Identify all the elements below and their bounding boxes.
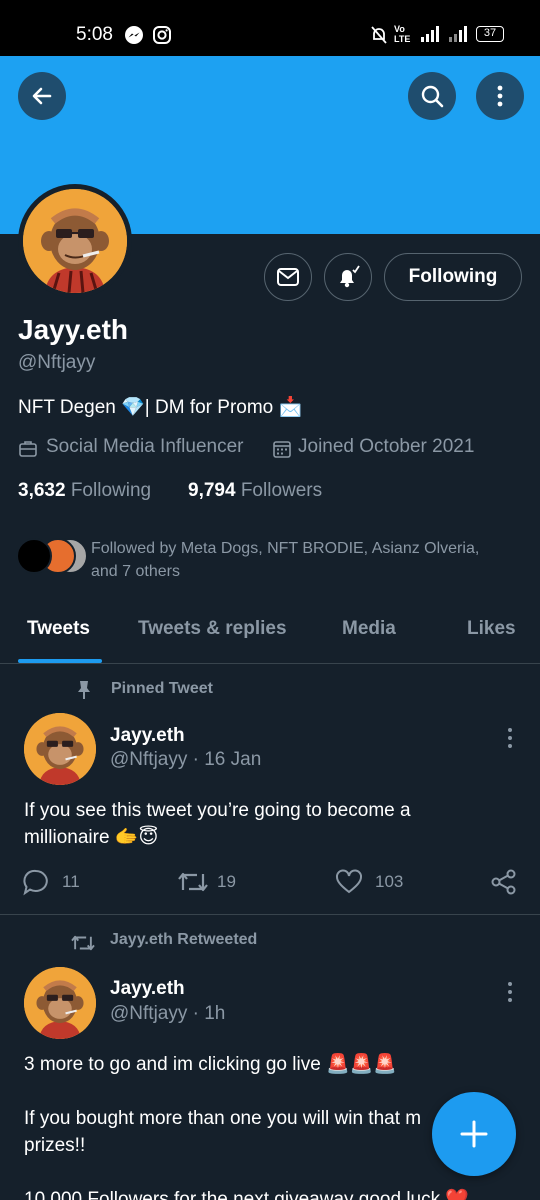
like-icon xyxy=(336,869,362,894)
following-label: Following xyxy=(70,480,152,501)
following-button[interactable]: Following xyxy=(384,253,522,301)
tweet-text-line: If you see this tweet you’re going to be… xyxy=(24,800,411,821)
compose-tweet-button[interactable] xyxy=(432,1092,516,1176)
message-button[interactable] xyxy=(264,253,312,301)
search-icon xyxy=(421,85,444,108)
followed-by-text[interactable]: Followed by Meta Dogs, NFT BRODIE, Asian… xyxy=(91,537,521,583)
retweet-icon xyxy=(71,935,95,951)
tweet-text: 3 more to go and im clicking go live 🚨🚨🚨… xyxy=(24,1051,494,1200)
tweet-author-avatar[interactable] xyxy=(24,967,96,1039)
retweet-icon xyxy=(178,872,208,892)
tweet-author-handle: @Nftjayy · 16 Jan xyxy=(110,749,262,770)
followers-count: 9,794 xyxy=(188,480,236,501)
search-button[interactable] xyxy=(408,72,456,120)
pin-icon xyxy=(78,681,90,699)
tweet-text: If you see this tweet you’re going to be… xyxy=(24,797,494,851)
like-count: 103 xyxy=(375,872,404,891)
tweet-text-line: prizes!! xyxy=(24,1135,86,1156)
bell-icon xyxy=(340,265,360,288)
more-vertical-icon xyxy=(497,85,503,107)
category-text: Social Media Influencer xyxy=(46,436,244,457)
tweet-author-avatar[interactable] xyxy=(24,713,96,785)
messenger-icon xyxy=(125,26,143,44)
mail-icon xyxy=(277,268,299,286)
profile-avatar[interactable] xyxy=(18,184,132,298)
followed-by-line: and 7 others xyxy=(91,563,180,580)
compose-plus-icon xyxy=(460,1120,488,1148)
joined-text: Joined October 2021 xyxy=(298,436,475,457)
pinned-tweet-label: Pinned Tweet xyxy=(111,680,213,697)
tab-tweets-replies[interactable]: Tweets & replies xyxy=(138,618,287,640)
share-icon xyxy=(491,869,516,895)
instagram-icon xyxy=(153,26,171,44)
following-count: 3,632 xyxy=(18,480,66,501)
followers-stat[interactable]: 9,794 Followers xyxy=(188,480,322,502)
followed-by-line: Followed by Meta Dogs, NFT BRODIE, Asian… xyxy=(91,540,480,557)
tweet-text-line: millionaire 🫱😇 xyxy=(24,827,159,848)
briefcase-icon xyxy=(19,441,37,457)
mute-bell-icon xyxy=(371,26,387,44)
followed-by-avatars[interactable] xyxy=(16,538,88,574)
follower-avatar xyxy=(16,538,52,574)
calendar-icon xyxy=(273,441,291,458)
status-bar: 5:08 Vo LTE 37 xyxy=(0,0,540,56)
status-time: 5:08 xyxy=(76,24,113,45)
tab-tweets[interactable]: Tweets xyxy=(27,618,90,640)
battery-indicator: 37 xyxy=(476,26,504,42)
tweet-author-name[interactable]: Jayy.eth xyxy=(110,978,185,1000)
profile-name: Jayy.eth xyxy=(18,314,128,345)
profile-handle: @Nftjayy xyxy=(18,352,96,373)
retweeted-label[interactable]: Jayy.eth Retweeted xyxy=(110,931,257,949)
retweet-count: 19 xyxy=(217,872,236,891)
notifications-button[interactable] xyxy=(324,253,372,301)
profile-bio: NFT Degen 💎| DM for Promo 📩 xyxy=(18,397,303,418)
back-arrow-icon xyxy=(32,87,52,105)
tweet-divider xyxy=(0,914,540,915)
following-stat[interactable]: 3,632 Following xyxy=(18,480,151,502)
tweet-author-handle: @Nftjayy · 1h xyxy=(110,1003,226,1024)
signal-2-icon xyxy=(449,26,467,42)
more-button[interactable] xyxy=(476,72,524,120)
tab-media[interactable]: Media xyxy=(342,618,396,640)
reply-count: 11 xyxy=(62,872,80,891)
tweet-more-icon[interactable] xyxy=(500,980,520,1004)
ape-avatar-image xyxy=(23,189,127,293)
tabs-divider xyxy=(0,663,540,664)
tweet-text-line: 3 more to go and im clicking go live 🚨🚨🚨 xyxy=(24,1054,398,1075)
tweet-author-name[interactable]: Jayy.eth xyxy=(110,725,185,747)
reply-icon xyxy=(23,869,48,896)
tab-likes[interactable]: Likes xyxy=(467,618,516,640)
signal-icon xyxy=(421,26,439,42)
tweet-text-line: 10,000 Followers for the next giveaway g… xyxy=(24,1189,470,1200)
tweet-more-icon[interactable] xyxy=(500,726,520,750)
back-button[interactable] xyxy=(18,72,66,120)
followers-label: Followers xyxy=(240,480,323,501)
tweet-text-line: If you bought more than one you will win… xyxy=(24,1108,422,1129)
volte-indicator: Vo LTE xyxy=(394,24,411,44)
